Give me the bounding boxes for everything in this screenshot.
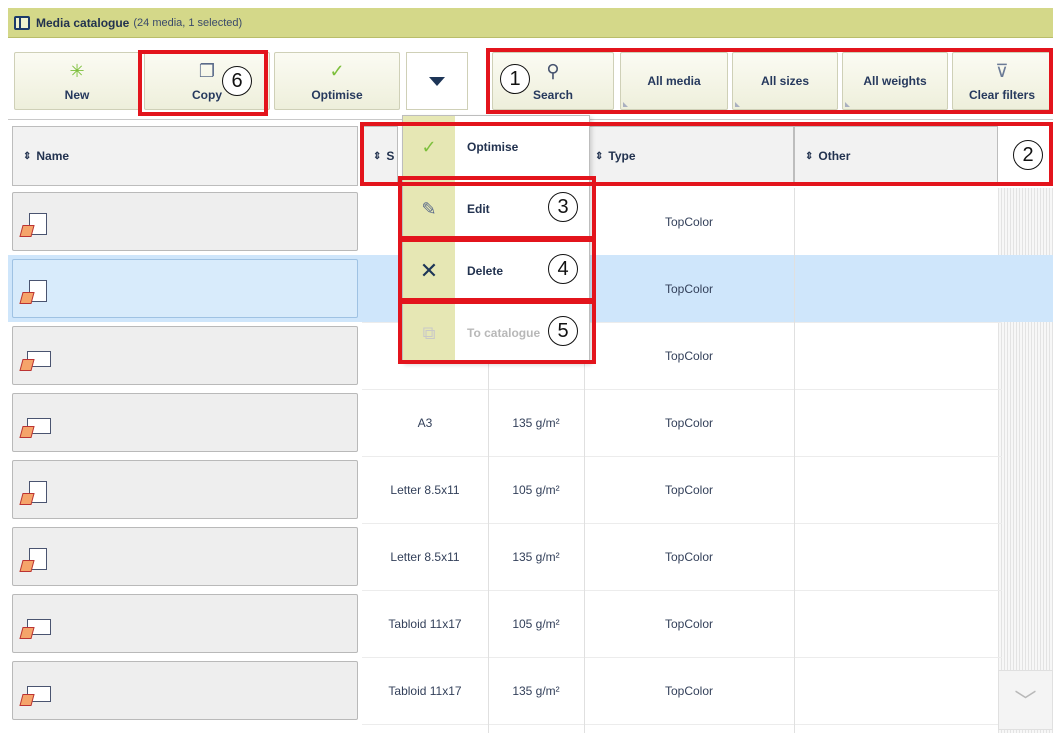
triangle-down-icon: [429, 76, 445, 86]
size-cell: Tabloid 11x17: [388, 683, 462, 698]
media-icon: [19, 481, 47, 505]
table-row[interactable]: Tabloid 11x17 105 g/m² TopColor: [8, 590, 1053, 657]
pencil-icon: ✎: [403, 178, 455, 240]
table-row[interactable]: Letter 8.5x11 105 g/m² TopColor: [8, 456, 1053, 523]
row-divider: [362, 724, 1002, 725]
other-cell: [794, 456, 998, 523]
chevron-down-icon: ﹀: [1014, 690, 1037, 715]
type-cell: TopColor: [664, 281, 714, 296]
dropdown-corner-icon: [845, 102, 850, 107]
other-cell: [794, 188, 998, 255]
dropdown-corner-icon: [735, 102, 740, 107]
sparkle-icon: ✳: [69, 61, 85, 81]
copy-icon: ❐: [198, 61, 216, 81]
type-cell: TopColor: [664, 683, 714, 698]
table-row[interactable]: Letter 8.5x11 135 g/m² TopColor: [8, 523, 1053, 590]
name-cell[interactable]: [12, 259, 358, 318]
type-cell: TopColor: [664, 616, 714, 631]
type-cell: TopColor: [664, 214, 714, 229]
name-cell[interactable]: [12, 661, 358, 720]
size-cell: Tabloid 11x17: [388, 616, 462, 631]
sort-icon: ⇕: [23, 150, 32, 162]
weight-cell: 135 g/m²: [512, 683, 560, 698]
type-cell: TopColor: [664, 549, 714, 564]
to-catalogue-icon: ⧉: [403, 302, 455, 364]
column-header-size[interactable]: ⇕ S: [362, 126, 398, 186]
window-subtitle: (24 media, 1 selected): [133, 16, 243, 29]
more-actions-dropdown[interactable]: [406, 52, 468, 110]
name-cell[interactable]: [12, 594, 358, 653]
table-row[interactable]: A3 135 g/m² TopColor: [8, 389, 1053, 456]
callout-number-6: 6: [222, 66, 252, 96]
binoculars-icon: ⚲: [546, 61, 560, 81]
column-header-name[interactable]: ⇕ Name: [12, 126, 358, 186]
media-icon: [19, 615, 51, 639]
all-sizes-filter[interactable]: All sizes: [732, 52, 838, 110]
other-cell: [794, 389, 998, 456]
optimise-icon: ✓: [403, 116, 455, 178]
sort-icon: ⇕: [595, 150, 604, 162]
dropdown-corner-icon: [623, 102, 628, 107]
other-cell: [794, 322, 998, 389]
size-cell: Letter 8.5x11: [390, 482, 460, 497]
media-icon: [19, 414, 51, 438]
other-cell: [794, 523, 998, 590]
clear-filters-button[interactable]: ⊽ Clear filters: [952, 52, 1052, 110]
callout-number-1: 1: [500, 64, 530, 94]
other-cell: [794, 255, 998, 322]
table-row[interactable]: Tabloid 11x17 135 g/m² TopColor: [8, 657, 1053, 724]
weight-cell: 105 g/m²: [512, 482, 560, 497]
size-cell: Letter 8.5x11: [390, 549, 460, 564]
sort-icon: ⇕: [805, 150, 814, 162]
window-title-bar: Media catalogue (24 media, 1 selected): [8, 8, 1053, 38]
catalogue-icon: [14, 15, 30, 30]
other-cell: [794, 590, 998, 657]
callout-number-2: 2: [1013, 140, 1043, 170]
media-icon: [19, 548, 47, 572]
name-cell[interactable]: [12, 527, 358, 586]
menu-item-optimise[interactable]: ✓ Optimise: [403, 116, 589, 178]
name-cell[interactable]: [12, 192, 358, 251]
column-header-other[interactable]: ⇕ Other: [794, 126, 998, 186]
media-icon: [19, 213, 47, 237]
toolbar: ✳ New ❐ Copy ✓ Optimise ⚲ Search All med…: [8, 38, 1053, 120]
type-cell: TopColor: [664, 415, 714, 430]
new-button[interactable]: ✳ New: [14, 52, 140, 110]
other-cell: [794, 657, 998, 724]
weight-cell: 135 g/m²: [512, 549, 560, 564]
window-title: Media catalogue: [36, 15, 130, 30]
column-header-type[interactable]: ⇕ Type: [584, 126, 794, 186]
size-cell: A3: [417, 415, 433, 430]
media-icon: [19, 347, 51, 371]
scroll-down-button[interactable]: ﹀: [998, 670, 1053, 730]
optimise-button[interactable]: ✓ Optimise: [274, 52, 400, 110]
callout-number-3: 3: [548, 192, 578, 222]
media-icon: [19, 280, 47, 304]
name-cell[interactable]: [12, 393, 358, 452]
media-icon: [19, 682, 51, 706]
name-cell[interactable]: [12, 460, 358, 519]
weight-cell: 105 g/m²: [512, 616, 560, 631]
callout-number-5: 5: [548, 316, 578, 346]
type-cell: TopColor: [664, 348, 714, 363]
optimise-icon: ✓: [329, 61, 345, 81]
all-media-filter[interactable]: All media: [620, 52, 728, 110]
clear-filter-icon: ⊽: [995, 61, 1009, 81]
weight-cell: 135 g/m²: [512, 415, 560, 430]
callout-number-4: 4: [548, 254, 578, 284]
type-cell: TopColor: [664, 482, 714, 497]
name-cell[interactable]: [12, 326, 358, 385]
column-divider: [794, 188, 795, 733]
cross-icon: ✕: [403, 240, 455, 302]
all-weights-filter[interactable]: All weights: [842, 52, 948, 110]
sort-icon: ⇕: [373, 150, 382, 162]
